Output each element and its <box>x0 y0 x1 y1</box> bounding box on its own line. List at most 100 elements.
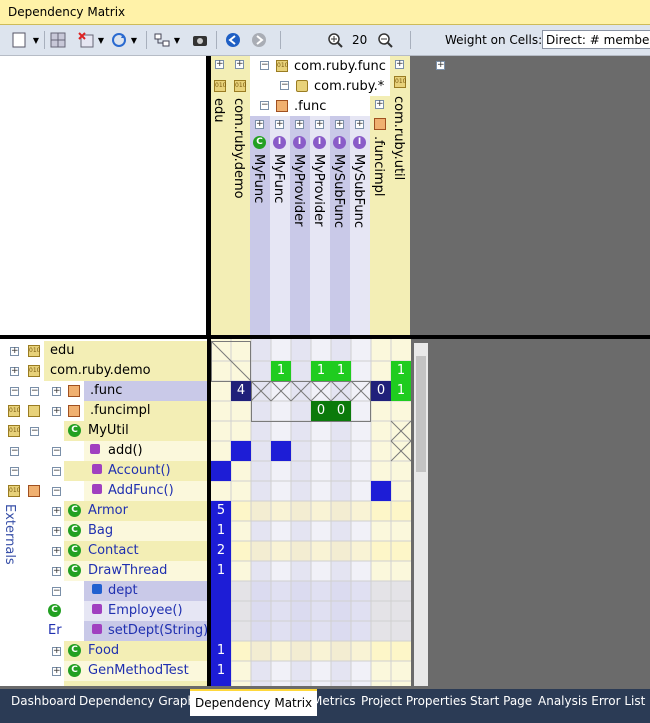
row-header-add[interactable]: − − add() <box>0 441 207 461</box>
row-header-funcimpl[interactable]: 010 + .funcimpl <box>0 401 207 421</box>
tree-layout-icon[interactable] <box>153 31 171 49</box>
matrix-cell[interactable]: 1 <box>391 361 411 381</box>
tab-dependency-graph[interactable]: Dependency Graph <box>74 689 200 714</box>
expand-icon[interactable]: + <box>315 120 324 129</box>
collapse-icon[interactable]: − <box>30 387 39 396</box>
expand-icon[interactable]: + <box>275 120 284 129</box>
collapse-icon[interactable]: − <box>52 467 61 476</box>
chevron-down-icon[interactable]: ▼ <box>31 31 41 49</box>
matrix-cell-blue[interactable] <box>211 461 231 481</box>
tab-metrics[interactable]: Metrics <box>307 689 361 714</box>
collapse-icon[interactable]: − <box>10 467 19 476</box>
row-header-employee[interactable]: C Employee() <box>0 601 207 621</box>
matrix-cell-blue[interactable] <box>371 481 391 501</box>
chevron-down-icon[interactable]: ▼ <box>129 31 139 49</box>
expand-icon[interactable]: + <box>335 120 344 129</box>
column-group-func[interactable]: − .func + <box>250 96 390 116</box>
matrix-cell[interactable]: 0 <box>371 381 391 401</box>
column-header-edu[interactable]: + 010 edu <box>210 56 230 336</box>
matrix-cell[interactable]: 1 <box>331 361 351 381</box>
column-group-com-ruby-star[interactable]: − com.ruby.* <box>250 76 390 96</box>
matrix-cell[interactable]: 5 <box>211 501 231 521</box>
row-header-contact[interactable]: + C Contact <box>0 541 207 561</box>
remove-items-icon[interactable] <box>77 31 95 49</box>
matrix-cell[interactable]: 2 <box>211 541 231 561</box>
matrix-cell[interactable]: 1 <box>271 361 291 381</box>
matrix-cell-blue[interactable] <box>231 441 251 461</box>
chevron-down-icon[interactable]: ▼ <box>96 31 106 49</box>
matrix-cell[interactable]: 1 <box>391 381 411 401</box>
matrix-cell[interactable]: 1 <box>211 521 231 541</box>
camera-icon[interactable] <box>191 31 209 49</box>
new-document-icon[interactable] <box>10 31 28 49</box>
expand-icon[interactable]: + <box>52 527 61 536</box>
column-header-funcimpl[interactable]: + .funcimpl <box>370 96 390 336</box>
collapse-icon[interactable]: − <box>52 487 61 496</box>
expand-icon[interactable]: + <box>375 100 384 109</box>
matrix-cell[interactable]: 4 <box>231 381 251 401</box>
column-header-myfunc-class[interactable]: + C MyFunc <box>250 116 270 336</box>
row-header-com-ruby-demo[interactable]: + 010 com.ruby.demo <box>0 361 207 381</box>
expand-icon[interactable]: + <box>10 347 19 356</box>
column-group-com-ruby-func[interactable]: − 010 com.ruby.func + <box>250 56 445 76</box>
chevron-down-icon[interactable]: ▼ <box>172 31 182 49</box>
expand-icon[interactable]: + <box>255 120 264 129</box>
column-header-com-ruby-util[interactable]: + 010 com.ruby.util <box>390 56 410 336</box>
matrix-grid-icon[interactable] <box>49 31 67 49</box>
collapse-icon[interactable]: − <box>52 447 61 456</box>
column-header-myfunc-interface[interactable]: + I MyFunc <box>270 116 290 336</box>
expand-icon[interactable]: + <box>52 507 61 516</box>
row-header-account[interactable]: − − Account() <box>0 461 207 481</box>
tab-start-page[interactable]: Start Page <box>465 689 537 714</box>
matrix-cell[interactable]: 1 <box>211 561 231 581</box>
matrix-cell-blue[interactable] <box>211 681 231 686</box>
row-header-drawthread[interactable]: + C DrawThread <box>0 561 207 581</box>
scrollbar-thumb[interactable] <box>416 356 426 472</box>
expand-icon[interactable]: + <box>215 60 224 69</box>
row-header-dept[interactable]: − dept <box>0 581 207 601</box>
back-arrow-icon[interactable] <box>224 31 242 49</box>
matrix-cell[interactable]: 1 <box>211 661 231 681</box>
tab-dependency-matrix[interactable]: Dependency Matrix <box>190 689 318 716</box>
matrix-cell[interactable]: 1 <box>311 361 331 381</box>
row-header-genmethodtest[interactable]: + C GenMethodTest <box>0 661 207 681</box>
collapse-icon[interactable]: − <box>260 101 269 110</box>
column-header-myprovider-1[interactable]: + I MyProvider <box>290 116 310 336</box>
tab-analysis-error-list[interactable]: Analysis Error List <box>533 689 650 714</box>
zoom-out-icon[interactable] <box>376 31 394 49</box>
zoom-in-icon[interactable] <box>326 31 344 49</box>
expand-icon[interactable]: + <box>10 367 19 376</box>
matrix-cell-blue[interactable] <box>271 441 291 461</box>
expand-icon[interactable]: + <box>52 387 61 396</box>
expand-icon[interactable]: + <box>52 667 61 676</box>
forward-arrow-icon[interactable] <box>250 31 268 49</box>
matrix-cell-blue[interactable] <box>211 581 231 641</box>
expand-icon[interactable]: + <box>235 60 244 69</box>
column-header-com-ruby-demo[interactable]: + 010 com.ruby.demo <box>230 56 250 336</box>
column-header-mysubfunc-1[interactable]: + I MySubFunc <box>330 116 350 336</box>
collapse-icon[interactable]: − <box>52 587 61 596</box>
matrix-cell[interactable]: 0 <box>331 401 351 421</box>
row-header-addfunc[interactable]: 010 − AddFunc() <box>0 481 207 501</box>
weight-on-cells-select[interactable]: Direct: # members <box>542 30 650 49</box>
row-header-armor[interactable]: + C Armor <box>0 501 207 521</box>
expand-icon[interactable]: + <box>355 120 364 129</box>
collapse-icon[interactable]: − <box>30 427 39 436</box>
row-header-edu[interactable]: + 010 edu <box>0 341 207 361</box>
refresh-icon[interactable] <box>110 31 128 49</box>
dependency-matrix-grid[interactable]: 1 1 1 1 4 0 1 0 0 5 1 2 1 1 1 <box>211 339 411 686</box>
row-header-food[interactable]: + C Food <box>0 641 207 661</box>
expand-icon[interactable]: + <box>52 567 61 576</box>
row-header-setdept[interactable]: Er setDept(String) <box>0 621 207 641</box>
expand-icon[interactable]: + <box>436 61 445 70</box>
column-header-myprovider-2[interactable]: + I MyProvider <box>310 116 330 336</box>
column-header-mysubfunc-2[interactable]: + I MySubFunc <box>350 116 370 336</box>
matrix-cell[interactable]: 0 <box>311 401 331 421</box>
tab-project-properties[interactable]: Project Properties <box>356 689 472 714</box>
tab-dashboard[interactable]: Dashboard <box>6 689 81 714</box>
expand-icon[interactable]: + <box>52 547 61 556</box>
row-header-myutil[interactable]: 010 − C MyUtil <box>0 421 207 441</box>
expand-icon[interactable]: + <box>52 647 61 656</box>
collapse-icon[interactable]: − <box>260 61 269 70</box>
expand-icon[interactable]: + <box>295 120 304 129</box>
